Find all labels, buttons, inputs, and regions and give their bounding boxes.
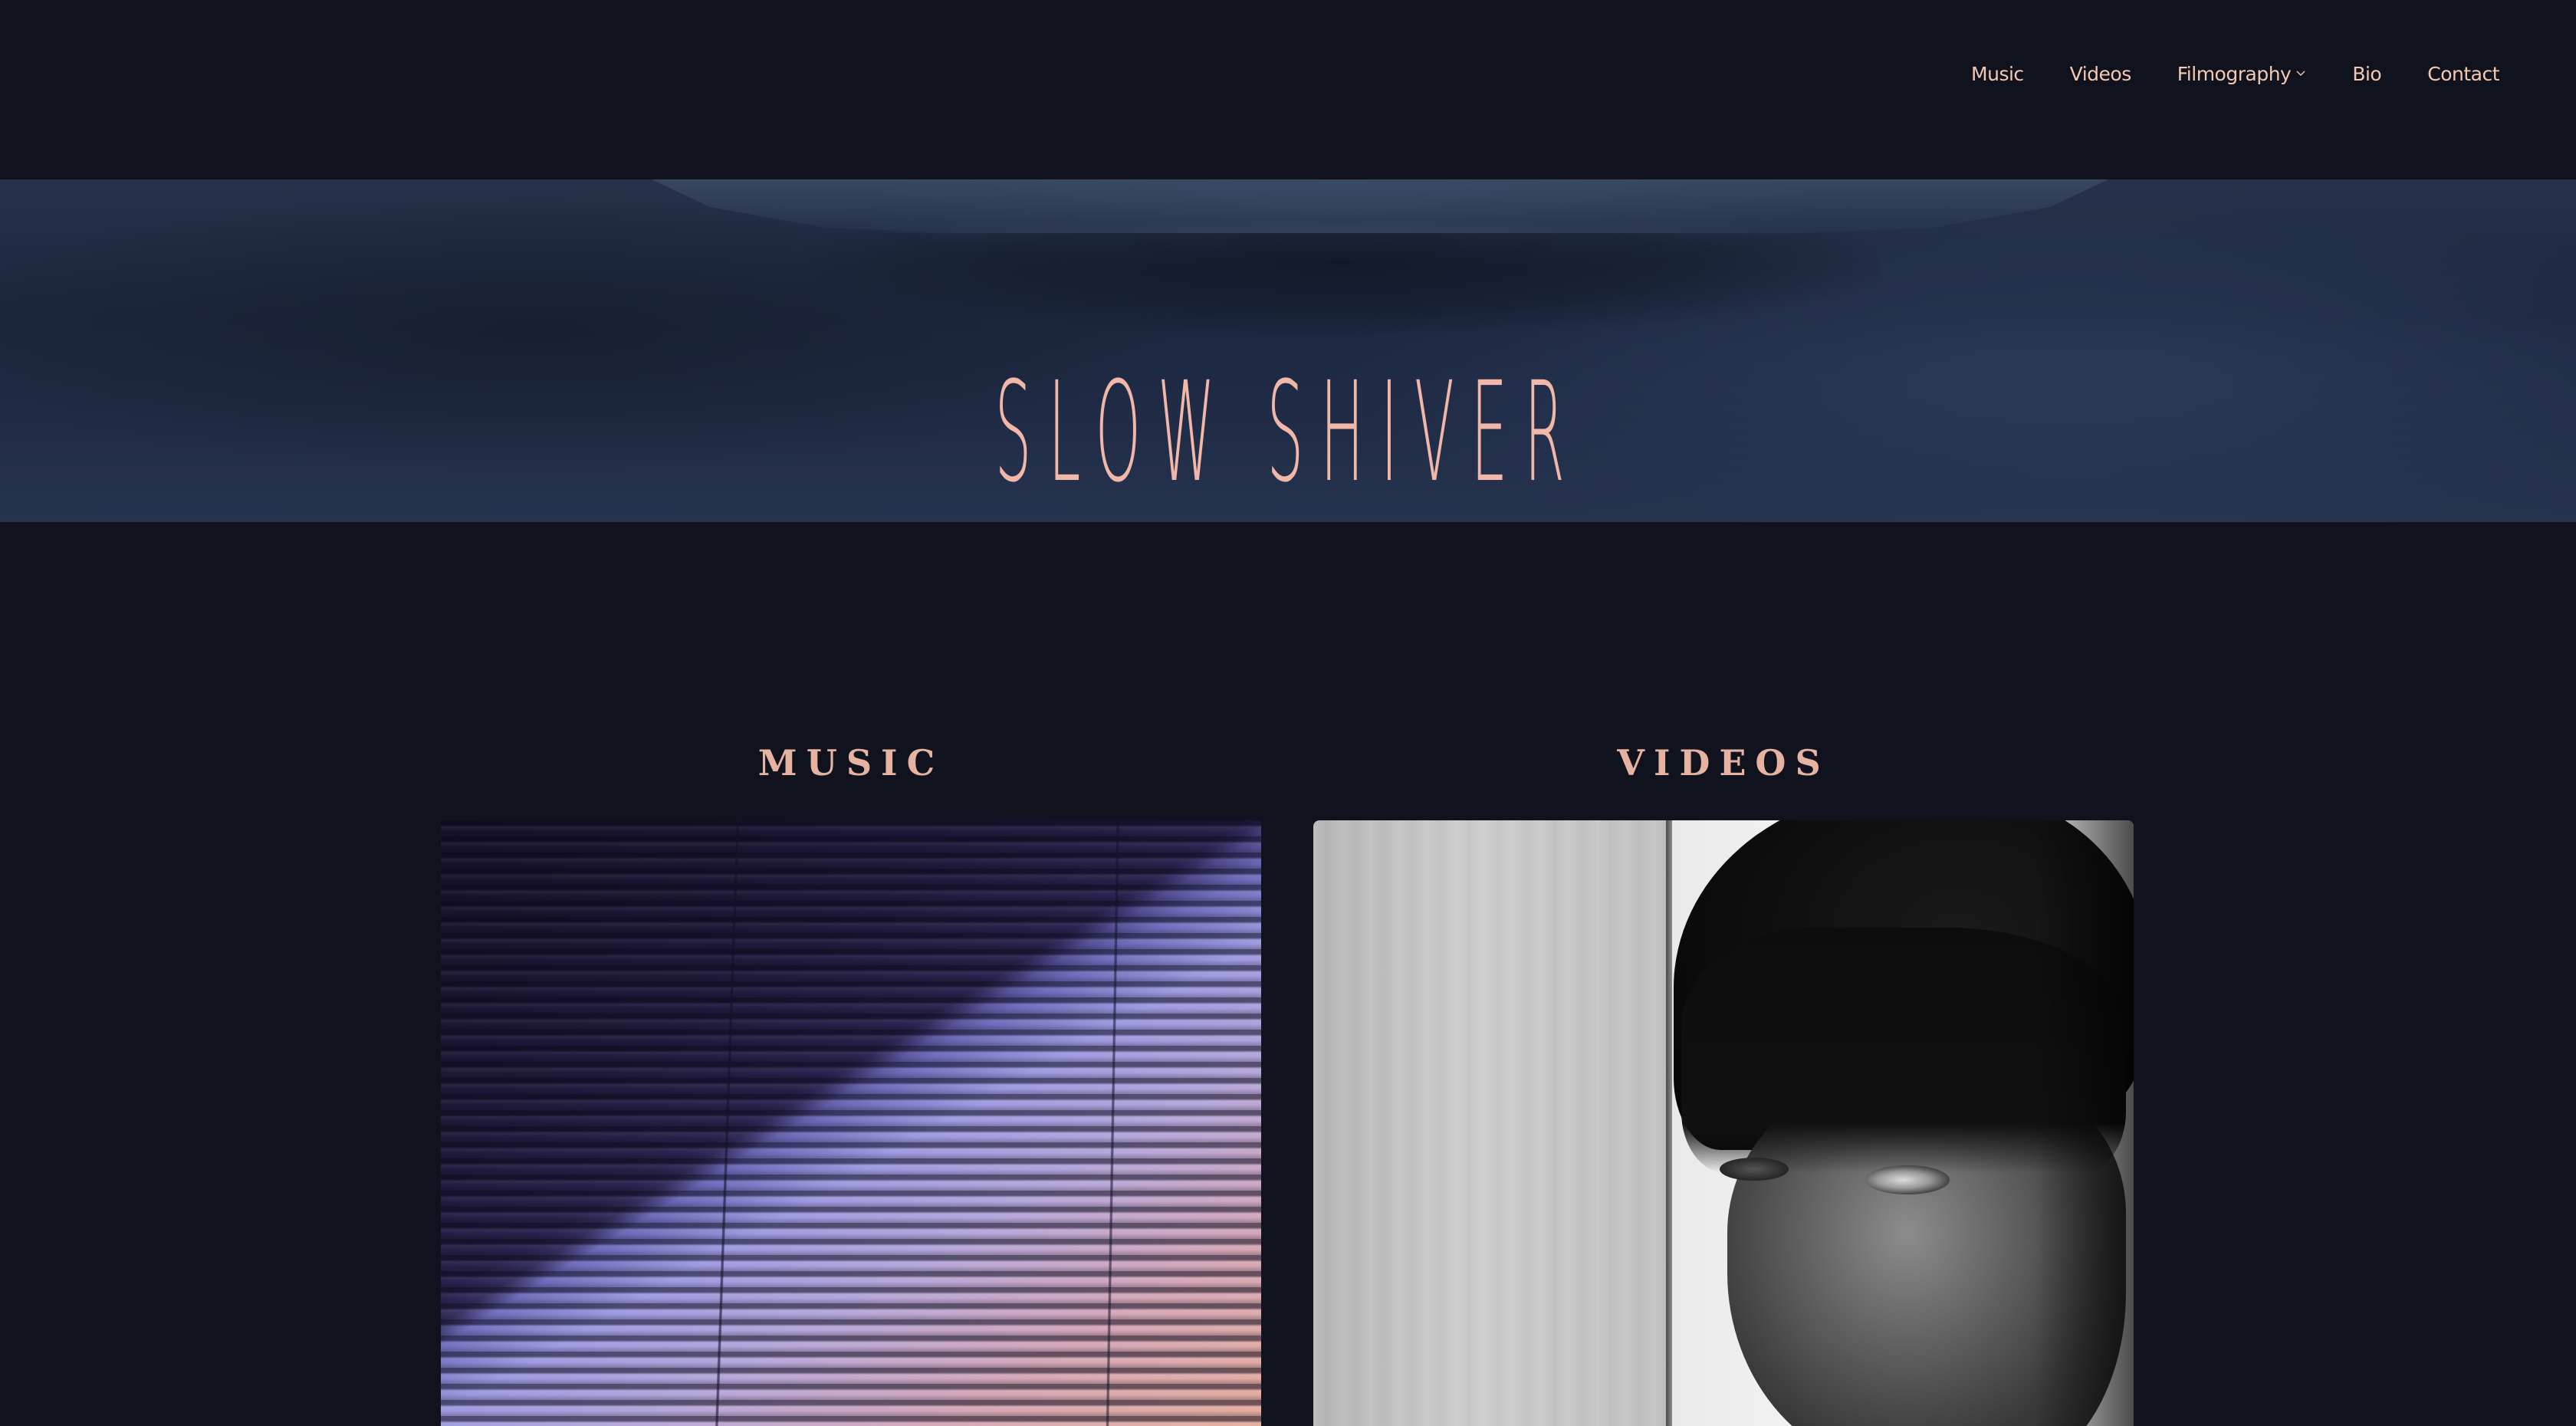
portrait-wall [1313, 820, 1666, 1426]
portrait-shadow [2034, 820, 2134, 1426]
hero-valley-shadow [805, 233, 1878, 333]
main-nav: Music Videos Filmography Bio Contact [1925, 63, 2499, 85]
videos-card-image[interactable] [1313, 820, 2134, 1426]
portrait-wall-edge [1666, 820, 1672, 1426]
nav-item-bio[interactable]: Bio [2352, 63, 2381, 85]
portrait-photo [1313, 820, 2134, 1426]
blinds-cords [441, 820, 1261, 1426]
nav-item-contact[interactable]: Contact [2427, 63, 2499, 85]
site-title: SLOW SHIVER [994, 352, 1582, 513]
site-header: Music Videos Filmography Bio Contact [0, 0, 2576, 179]
nav-item-filmography-label: Filmography [2177, 63, 2292, 85]
nav-item-filmography[interactable]: Filmography [2177, 63, 2307, 85]
nav-item-videos[interactable]: Videos [2070, 63, 2132, 85]
videos-section-heading: VIDEOS [1617, 742, 1830, 784]
portrait-eye-left [1720, 1158, 1789, 1181]
hero-banner: SLOW SHIVER [0, 179, 2576, 522]
music-card-image[interactable] [441, 820, 1261, 1426]
nav-item-music[interactable]: Music [1971, 63, 2024, 85]
portrait-eye-right [1865, 1165, 1950, 1194]
chevron-down-icon [2296, 71, 2305, 76]
music-section-heading: MUSIC [757, 742, 945, 784]
